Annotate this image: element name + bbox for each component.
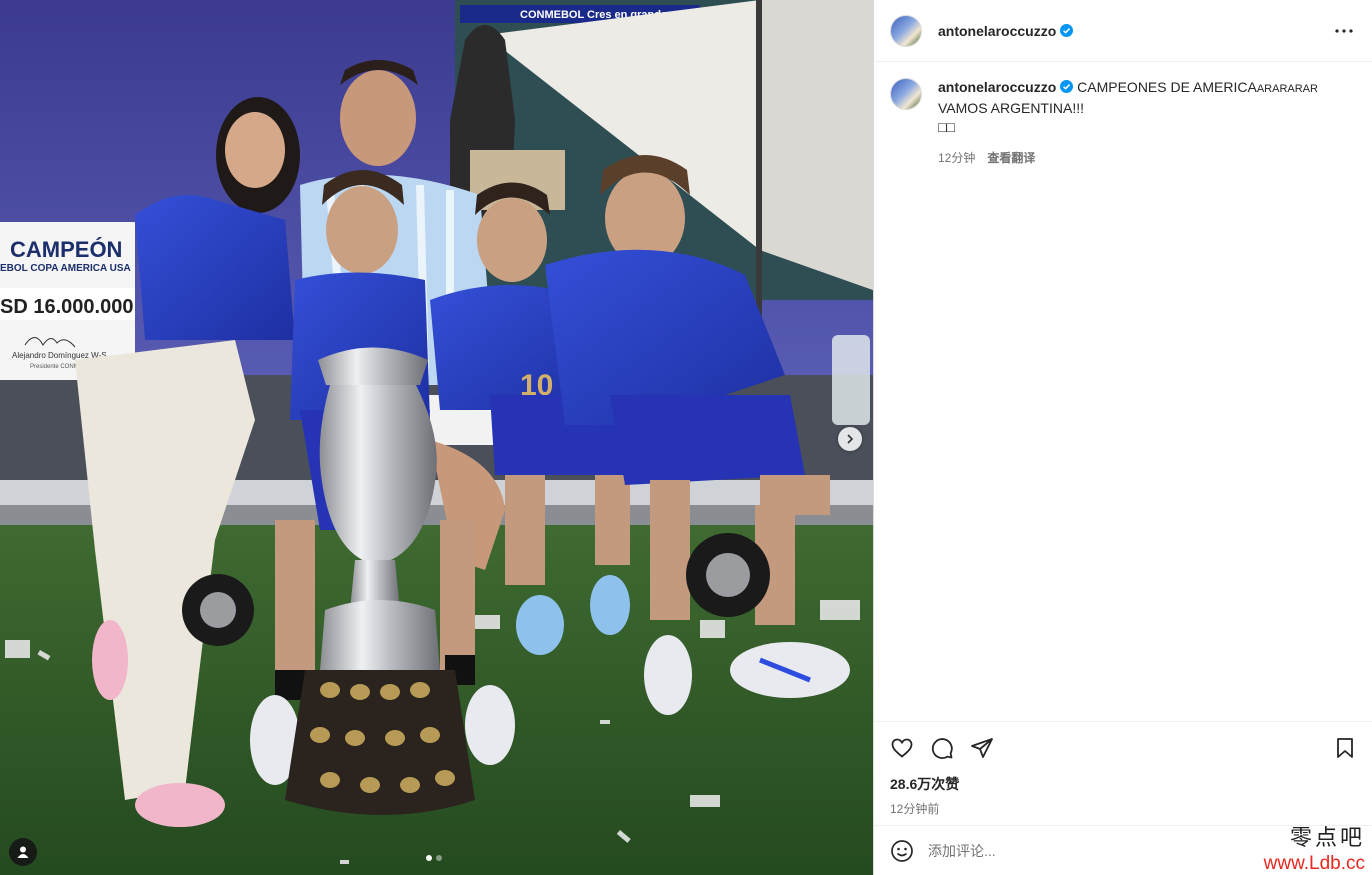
caption-text-line1: CAMPEONES DE AMERICA	[1077, 79, 1257, 95]
watermark-line2: www.Ldb.cc	[1263, 853, 1365, 874]
caption-timestamp: 12分钟	[938, 151, 976, 165]
carousel-dot	[426, 855, 432, 861]
caption-text-suffix: ARARARAR	[1256, 83, 1318, 95]
carousel-indicator	[426, 855, 442, 861]
watermark-line1: 零点吧	[1289, 826, 1365, 851]
avatar[interactable]	[890, 14, 922, 47]
comment-bar: 零点吧 www.Ldb.cc	[874, 825, 1372, 875]
more-options-button[interactable]	[1332, 19, 1356, 43]
user-icon	[17, 846, 29, 858]
banner-amount: SD 16.000.000	[0, 296, 133, 318]
verified-badge-icon	[1060, 24, 1074, 37]
next-photo-button[interactable]	[838, 427, 862, 451]
post-timestamp: 12分钟前	[890, 802, 940, 816]
carousel-dot	[436, 855, 442, 861]
chevron-right-icon	[847, 434, 854, 444]
caption-username[interactable]: antonelaroccuzzo	[938, 79, 1056, 95]
caption-avatar[interactable]	[890, 78, 922, 110]
bookmark-icon[interactable]	[1333, 736, 1357, 760]
more-icon	[1335, 28, 1353, 33]
banner-subtitle: EBOL COPA AMERICA USA	[0, 263, 131, 274]
heart-icon[interactable]	[890, 736, 914, 760]
likes-count[interactable]: 28.6万次赞	[890, 774, 1357, 794]
comment-icon[interactable]	[930, 736, 954, 760]
post-media[interactable]: CONMEBOL Cres en grande CAMPEÓN EBOL COP…	[0, 0, 873, 875]
caption-text-line3: □□	[938, 119, 955, 135]
username[interactable]: antonelaroccuzzo	[938, 23, 1056, 39]
post-actions: 28.6万次赞 12分钟前	[874, 721, 1372, 817]
post-details-panel: antonelaroccuzzo antonelaroccuzzo CAMPEO…	[873, 0, 1372, 875]
watermark: 零点吧 www.Ldb.cc	[1263, 826, 1365, 874]
see-translation-link[interactable]: 查看翻译	[987, 149, 1035, 168]
tagged-users-button[interactable]	[9, 838, 37, 866]
caption-text-line2: VAMOS ARGENTINA!!!	[938, 100, 1084, 116]
post-header: antonelaroccuzzo	[874, 0, 1372, 62]
comment-input[interactable]	[928, 842, 1228, 859]
emoji-icon[interactable]	[890, 839, 914, 863]
banner-title: CAMPEÓN	[10, 237, 122, 262]
verified-badge-icon	[1060, 80, 1074, 93]
post-photo: CONMEBOL Cres en grande CAMPEÓN EBOL COP…	[0, 0, 873, 875]
post-caption: antonelaroccuzzo CAMPEONES DE AMERICAARA…	[874, 62, 1372, 168]
share-icon[interactable]	[970, 736, 994, 760]
caption-body: antonelaroccuzzo CAMPEONES DE AMERICAARA…	[938, 78, 1338, 168]
